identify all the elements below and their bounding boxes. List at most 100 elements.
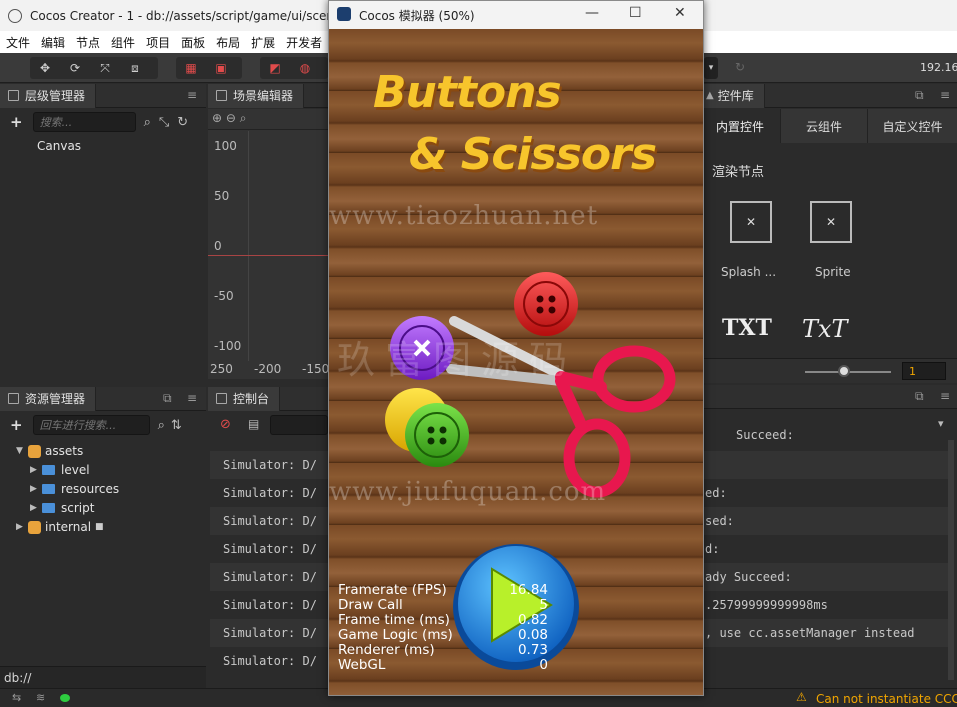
menu-component[interactable]: 组件 (111, 34, 135, 51)
zoom-in-icon[interactable]: ⊕ (212, 111, 222, 125)
zoom-slider-handle[interactable] (838, 365, 850, 377)
rotate-tool-icon[interactable]: ⟳ (60, 61, 90, 75)
scene-editor[interactable]: ⊕ ⊖ ⌕ 100 50 0 -50 -100 250 -200 -150 (208, 109, 330, 379)
stat-row: Game Logic (ms) 0.08 (338, 627, 548, 643)
console-scrollbar[interactable] (948, 440, 954, 680)
cocos-creator-window: Cocos Creator - 1 - db://assets/script/g… (0, 0, 957, 707)
log-file-icon[interactable]: ▤ (248, 417, 259, 431)
snap-icon[interactable]: ◩ (260, 61, 290, 75)
pivot-icon[interactable]: ▦ (176, 61, 206, 75)
sort-icon[interactable]: ⇅ (171, 418, 182, 433)
transform-tools: ✥ ⟳ ⤧ ⧈ (30, 57, 158, 79)
collapse-arrow-icon[interactable]: ▶ (30, 484, 42, 494)
y-tick: -50 (214, 289, 234, 303)
tab-assets[interactable]: 资源管理器 (0, 386, 97, 411)
tree-item-level[interactable]: ▶ level (30, 463, 90, 477)
zoom-out-icon[interactable]: ⊖ (226, 111, 236, 125)
tab-hierarchy[interactable]: 层级管理器 (0, 83, 97, 108)
scale-tool-icon[interactable]: ⤧ (90, 61, 120, 76)
popout-icon[interactable]: ⧉ (915, 88, 924, 103)
tab-console[interactable]: 控制台 (208, 386, 281, 411)
label-widget-icon[interactable]: TXT (722, 315, 772, 341)
minimize-icon[interactable]: — (585, 5, 599, 21)
menu-file[interactable]: 文件 (6, 34, 30, 51)
db-path: db:// (4, 670, 32, 685)
assets-search-input[interactable]: 回车进行搜索... (32, 415, 150, 435)
stat-row: Frame time (ms) 0.82 (338, 612, 548, 628)
popout-icon[interactable]: ⧉ (163, 391, 172, 406)
menu-node[interactable]: 节点 (76, 34, 100, 51)
menu-project[interactable]: 项目 (146, 34, 170, 51)
menu-icon[interactable]: ≡ (940, 88, 950, 102)
platform-select[interactable]: ▾ (704, 57, 718, 79)
tree-node-canvas[interactable]: Canvas (37, 139, 81, 153)
close-icon[interactable]: ✕ (674, 5, 686, 21)
menu-edit[interactable]: 编辑 (41, 34, 65, 51)
assets-panel: + 回车进行搜索... ⌕ ⇅ ▼ assets ▶ level ▶ resou… (0, 412, 206, 688)
maximize-icon[interactable]: ☐ (629, 5, 642, 21)
assets-panel-header: 资源管理器 ⧉ ≡ (0, 386, 206, 411)
tab-widgets-label: 控件库 (717, 89, 754, 103)
tree-item-script[interactable]: ▶ script (30, 501, 94, 515)
menu-developer[interactable]: 开发者 (286, 34, 322, 51)
pivot-tools: ▦ ▣ (176, 57, 242, 79)
y-tick: 50 (214, 189, 230, 203)
search-icon[interactable]: ⌕ (158, 418, 165, 433)
subtab-builtin[interactable]: 内置控件 (700, 109, 780, 143)
hierarchy-icon (8, 90, 19, 101)
refresh-icon[interactable]: ↻ (177, 115, 188, 130)
status-warning-text[interactable]: Can not instantiate CCClas (816, 692, 957, 706)
widgets-subtabs: 内置控件 云组件 自定义控件 (700, 109, 957, 143)
chevron-down-icon: ▾ (708, 63, 714, 73)
hierarchy-panel: + 搜索... ⌕ ⤡ ↻ Canvas (0, 109, 206, 387)
grid-icon[interactable]: ◍ (290, 61, 320, 75)
folder-icon (42, 484, 55, 494)
splash-widget-icon[interactable]: ✕ (730, 201, 772, 243)
rect-tool-icon[interactable]: ⧈ (120, 61, 150, 76)
widgets-panel: 内置控件 云组件 自定义控件 渲染节点 ✕ Splash ... ✕ Sprit… (700, 109, 957, 383)
sync-icon[interactable]: ⇆ (12, 691, 21, 704)
game-title-line2: & Scissors (409, 129, 657, 180)
menu-layout[interactable]: 布局 (216, 34, 240, 51)
popout-icon[interactable]: ⧉ (915, 389, 924, 404)
zoom-reset-icon[interactable]: ⌕ (240, 111, 247, 125)
window-title: Cocos Creator - 1 - db://assets/script/g… (30, 8, 361, 23)
simulator-titlebar: Cocos 模拟器 (50%) — ☐ ✕ (329, 1, 703, 29)
move-tool-icon[interactable]: ✥ (30, 61, 60, 75)
collapse-arrow-icon[interactable]: ▶ (16, 522, 28, 532)
clear-icon[interactable]: ⊘ (220, 417, 231, 432)
sprite-widget-icon[interactable]: ✕ (810, 201, 852, 243)
add-asset-icon[interactable]: + (10, 416, 23, 434)
subtab-cloud[interactable]: 云组件 (780, 109, 867, 143)
local-icon[interactable]: ▣ (206, 61, 236, 75)
collapse-arrow-icon[interactable]: ▶ (30, 465, 42, 475)
hierarchy-panel-header: 层级管理器 ≡ (0, 83, 206, 108)
expand-arrow-icon[interactable]: ▼ (16, 446, 28, 456)
tab-widgets[interactable]: ▲ 控件库 (700, 83, 765, 108)
subtab-custom[interactable]: 自定义控件 (867, 109, 957, 143)
menu-panel[interactable]: 面板 (181, 34, 205, 51)
richtext-widget-icon[interactable]: TxT (802, 315, 848, 343)
menu-icon[interactable]: ≡ (187, 391, 197, 405)
tree-item-assets[interactable]: ▼ assets (16, 444, 83, 458)
ip-address: 192.16 (920, 61, 957, 74)
red-button-icon (514, 272, 578, 336)
console-filter-input[interactable] (270, 415, 328, 435)
tree-item-label: internal (45, 520, 92, 534)
collapse-arrow-icon[interactable]: ▶ (30, 503, 42, 513)
menu-icon[interactable]: ≡ (187, 88, 197, 102)
search-icon[interactable]: ⌕ (144, 115, 151, 130)
collapse-icon[interactable]: ⤡ (159, 115, 169, 130)
tree-item-label: resources (61, 482, 120, 496)
menu-icon[interactable]: ≡ (940, 389, 950, 403)
menu-extension[interactable]: 扩展 (251, 34, 275, 51)
database-status-icon[interactable]: ≋ (36, 691, 45, 704)
tree-item-resources[interactable]: ▶ resources (30, 482, 119, 496)
tree-item-internal[interactable]: ▶ internal ■ (16, 520, 104, 534)
add-node-icon[interactable]: + (10, 113, 23, 131)
tab-scene[interactable]: 场景编辑器 (208, 83, 305, 108)
refresh-icon[interactable]: ↻ (735, 60, 745, 74)
widgets-panel-header: ▲ 控件库 ⧉ ≡ (700, 83, 957, 108)
zoom-value-input[interactable]: 1 (902, 362, 946, 380)
hierarchy-search-input[interactable]: 搜索... (32, 112, 136, 132)
